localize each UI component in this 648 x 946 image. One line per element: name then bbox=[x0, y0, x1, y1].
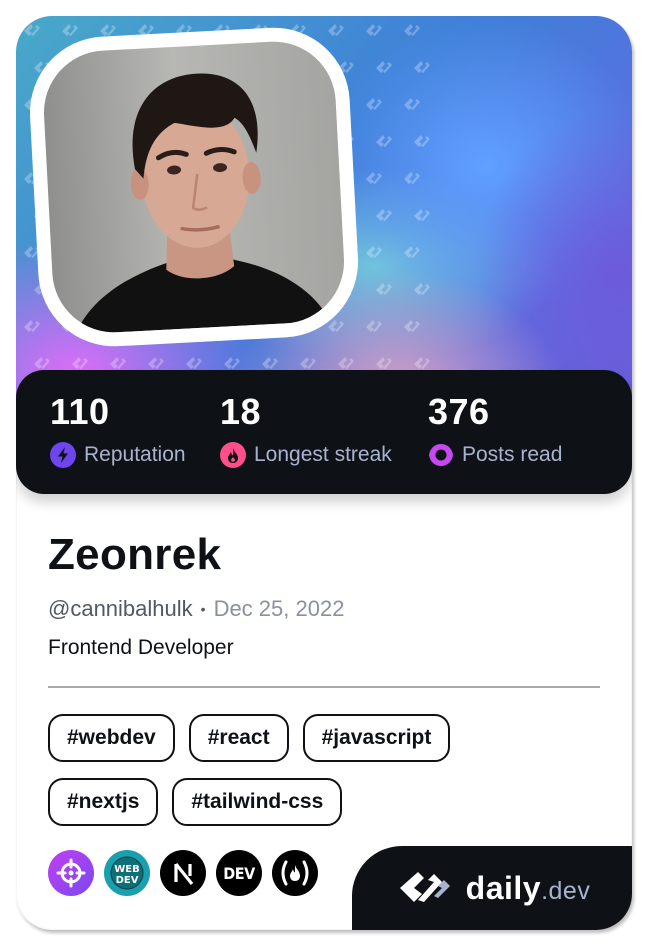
bio: Frontend Developer bbox=[48, 636, 234, 659]
tag-chip[interactable]: #react bbox=[188, 714, 289, 762]
sources-list: WEB DEV DEV bbox=[48, 850, 328, 896]
pattern-logo-icon bbox=[414, 61, 430, 73]
pattern-logo-icon bbox=[328, 24, 344, 36]
pattern-logo-icon bbox=[24, 24, 40, 36]
avatar bbox=[40, 38, 348, 336]
stat-label: Reputation bbox=[84, 443, 186, 466]
pattern-logo-icon bbox=[414, 209, 430, 221]
webdev-source-icon[interactable]: WEB DEV bbox=[104, 850, 150, 896]
ring-icon bbox=[429, 444, 453, 466]
devcard: 110 Reputation 18 Longest streak 376 Pos… bbox=[16, 16, 632, 930]
stats-bar: 110 Reputation 18 Longest streak 376 Pos… bbox=[16, 370, 632, 494]
pattern-logo-icon bbox=[34, 357, 50, 369]
pattern-logo-icon bbox=[404, 246, 420, 258]
joined-date: Dec 25, 2022 bbox=[213, 596, 345, 621]
tag-chip[interactable]: #webdev bbox=[48, 714, 175, 762]
svg-text:WEB: WEB bbox=[114, 864, 139, 875]
nextjs-source-icon[interactable] bbox=[160, 850, 206, 896]
stat-posts-read: 376 Posts read bbox=[428, 392, 562, 468]
svg-text:DEV: DEV bbox=[116, 875, 139, 886]
divider bbox=[48, 686, 600, 688]
pattern-logo-icon bbox=[366, 246, 382, 258]
brand-name: daily.dev bbox=[465, 869, 591, 906]
pattern-logo-icon bbox=[262, 357, 278, 369]
pattern-logo-icon bbox=[366, 172, 382, 184]
pattern-logo-icon bbox=[376, 283, 392, 295]
dev-to-source-icon[interactable]: DEV bbox=[216, 850, 262, 896]
stat-value: 110 bbox=[50, 391, 110, 432]
daily-dev-brand: daily.dev bbox=[352, 846, 632, 930]
display-name: Zeonrek bbox=[48, 530, 222, 579]
pattern-logo-icon bbox=[366, 24, 382, 36]
daily-dev-logo-icon bbox=[399, 872, 450, 902]
pattern-logo-icon bbox=[328, 320, 344, 332]
pattern-logo-icon bbox=[414, 283, 430, 295]
handle-row: @cannibalhulk • Dec 25, 2022 bbox=[48, 596, 344, 622]
pattern-logo-icon bbox=[186, 357, 202, 369]
stat-reputation: 110 Reputation bbox=[50, 392, 186, 468]
avatar-frame bbox=[26, 23, 362, 351]
tag-chip[interactable]: #tailwind-css bbox=[172, 778, 343, 826]
pattern-logo-icon bbox=[376, 135, 392, 147]
pattern-logo-icon bbox=[338, 357, 354, 369]
flame-icon bbox=[220, 442, 246, 468]
pattern-logo-icon bbox=[300, 357, 316, 369]
pattern-logo-icon bbox=[404, 320, 420, 332]
pattern-logo-icon bbox=[148, 357, 164, 369]
pattern-logo-icon bbox=[224, 357, 240, 369]
tags-list: #webdev #react #javascript #nextjs #tailwind… bbox=[48, 714, 608, 842]
crosshair-source-icon[interactable] bbox=[48, 850, 94, 896]
pattern-logo-icon bbox=[366, 98, 382, 110]
pattern-logo-icon bbox=[366, 320, 382, 332]
pattern-logo-icon bbox=[100, 24, 116, 36]
lightning-icon bbox=[50, 442, 76, 468]
pattern-logo-icon bbox=[72, 357, 88, 369]
pattern-logo-icon bbox=[404, 98, 420, 110]
pattern-logo-icon bbox=[376, 209, 392, 221]
pattern-logo-icon bbox=[62, 24, 78, 36]
username: @cannibalhulk bbox=[48, 596, 193, 621]
stat-value: 18 bbox=[220, 391, 262, 432]
stat-label: Longest streak bbox=[254, 443, 392, 466]
pattern-logo-icon bbox=[404, 24, 420, 36]
tag-chip[interactable]: #nextjs bbox=[48, 778, 159, 826]
pattern-logo-icon bbox=[110, 357, 126, 369]
tag-chip[interactable]: #javascript bbox=[302, 714, 451, 762]
pattern-logo-icon bbox=[414, 135, 430, 147]
pattern-logo-icon bbox=[24, 320, 40, 332]
pattern-logo-icon bbox=[404, 172, 420, 184]
pattern-logo-icon bbox=[414, 357, 430, 369]
stat-value: 376 bbox=[428, 391, 490, 432]
freecodecamp-source-icon[interactable] bbox=[272, 850, 318, 896]
stat-longest-streak: 18 Longest streak bbox=[220, 392, 392, 468]
avatar-photo bbox=[75, 73, 331, 335]
pattern-logo-icon bbox=[376, 357, 392, 369]
stat-label: Posts read bbox=[462, 443, 563, 466]
pattern-logo-icon bbox=[376, 61, 392, 73]
separator-dot: • bbox=[200, 601, 206, 617]
